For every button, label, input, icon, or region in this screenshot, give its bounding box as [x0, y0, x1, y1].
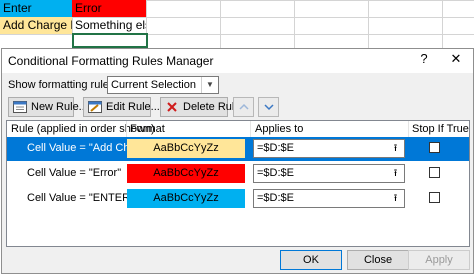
cell-d1[interactable]: Enter	[0, 0, 72, 17]
table-header: Rule (applied in order shown) Format App…	[7, 121, 469, 138]
chevron-down-icon[interactable]: ▼	[201, 77, 218, 93]
chevron-up-icon	[238, 103, 249, 110]
rule-description: Cell Value = "ENTER"	[27, 192, 134, 204]
column-header-format: Format	[130, 123, 165, 135]
rules-table: Rule (applied in order shown) Format App…	[6, 120, 470, 247]
new-rule-icon	[13, 101, 27, 113]
column-divider	[408, 121, 409, 137]
dialog-title: Conditional Formatting Rules Manager	[8, 54, 214, 68]
rule-row[interactable]: Cell Value = "ENTER" AaBbCcYyZz =$D:$E ⭱	[7, 187, 469, 211]
format-preview: AaBbCcYyZz	[127, 139, 245, 158]
apply-button[interactable]: Apply	[408, 250, 470, 270]
gridline	[220, 0, 221, 48]
applies-to-field[interactable]: =$D:$E ⭱	[253, 164, 405, 183]
rule-row[interactable]: Cell Value = "Error" AaBbCcYyZz =$D:$E ⭱	[7, 162, 469, 186]
close-icon[interactable]: ✕	[446, 51, 466, 67]
close-button[interactable]: Close	[347, 250, 409, 270]
move-up-button[interactable]	[233, 97, 254, 117]
ok-button[interactable]: OK	[280, 250, 342, 270]
applies-to-value: =$D:$E	[257, 192, 294, 204]
gridline	[442, 0, 443, 48]
gridline	[294, 0, 295, 48]
stop-if-true-checkbox[interactable]	[429, 167, 440, 178]
applies-to-field[interactable]: =$D:$E ⭱	[253, 139, 405, 158]
applies-to-value: =$D:$E	[257, 167, 294, 179]
applies-to-field[interactable]: =$D:$E ⭱	[253, 189, 405, 208]
format-preview: AaBbCcYyZz	[127, 189, 245, 208]
cell-e1[interactable]: Error	[72, 0, 146, 17]
title-bar: Conditional Formatting Rules Manager ? ✕	[2, 49, 473, 73]
edit-rule-icon	[88, 101, 102, 113]
move-down-button[interactable]	[258, 97, 279, 117]
rule-row[interactable]: Cell Value = "Add Char... AaBbCcYyZz =$D…	[7, 137, 469, 161]
collapse-range-icon[interactable]: ⭱	[388, 166, 403, 181]
show-rules-value: Current Selection	[111, 79, 196, 91]
column-header-applies-to: Applies to	[255, 123, 304, 135]
help-button[interactable]: ?	[414, 51, 434, 66]
edit-rule-button[interactable]: Edit Rule...	[83, 97, 160, 117]
cell-e2[interactable]: Something else	[72, 17, 146, 34]
new-rule-button[interactable]: New Rule...	[8, 97, 88, 117]
delete-rule-button[interactable]: Delete Rule	[160, 97, 240, 117]
show-rules-dropdown[interactable]: Current Selection ▼	[107, 76, 219, 94]
spreadsheet-area: Enter Error Add Charge No Something else	[0, 0, 474, 48]
new-rule-label: New Rule...	[31, 101, 88, 113]
column-divider	[126, 121, 127, 137]
delete-icon	[167, 102, 177, 112]
cell-d2[interactable]: Add Charge No	[0, 17, 72, 34]
column-divider	[250, 121, 251, 137]
active-cell-e3[interactable]	[72, 33, 148, 48]
rule-description: Cell Value = "Error"	[27, 167, 122, 179]
conditional-formatting-dialog: Conditional Formatting Rules Manager ? ✕…	[1, 48, 474, 274]
stop-if-true-checkbox[interactable]	[429, 142, 440, 153]
gridline	[368, 0, 369, 48]
applies-to-value: =$D:$E	[257, 142, 294, 154]
format-preview: AaBbCcYyZz	[127, 164, 245, 183]
collapse-range-icon[interactable]: ⭱	[388, 141, 403, 156]
delete-rule-label: Delete Rule	[183, 101, 241, 113]
chevron-down-icon	[263, 104, 274, 111]
column-header-stop-if-true: Stop If True	[412, 123, 469, 135]
collapse-range-icon[interactable]: ⭱	[388, 191, 403, 206]
stop-if-true-checkbox[interactable]	[429, 192, 440, 203]
edit-rule-label: Edit Rule...	[106, 101, 160, 113]
